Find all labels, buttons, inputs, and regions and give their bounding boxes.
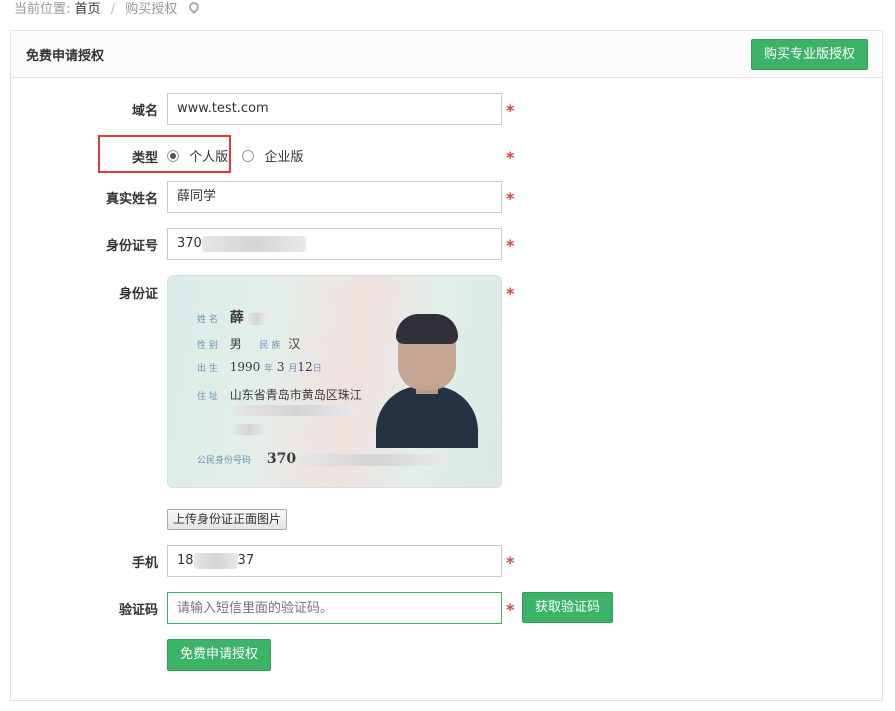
phone-label: 手机	[131, 556, 158, 571]
buy-pro-license-button[interactable]: 购买专业版授权	[751, 39, 868, 70]
upload-id-front-button[interactable]: 上传身份证正面图片	[167, 509, 287, 530]
idcard-number-row: 公民身份号码 370	[197, 451, 446, 467]
id-card-label: 身份证	[118, 287, 158, 302]
verification-code-label: 验证码	[118, 603, 158, 618]
idcard-address-row: 住 址 山东省青岛市黄岛区珠江	[197, 388, 362, 402]
radio-enterprise-label[interactable]: 企业版	[264, 150, 303, 165]
required-mark: *	[506, 101, 515, 120]
idcard-birth-row: 出 生 1990 年 3 月12日	[197, 360, 322, 374]
domain-input[interactable]: www.test.com	[167, 93, 502, 125]
required-mark: *	[506, 553, 515, 572]
panel-title: 免费申请授权	[26, 49, 105, 64]
idcard-name: 薛	[229, 310, 244, 326]
required-mark: *	[506, 148, 515, 167]
type-label: 类型	[131, 151, 158, 166]
phone-input[interactable]: 18 37	[167, 545, 502, 577]
radio-personal[interactable]	[167, 149, 179, 162]
id-number-visible: 370	[177, 236, 202, 251]
real-name-label: 真实姓名	[105, 192, 158, 207]
verification-code-input[interactable]	[167, 592, 502, 624]
id-card-image: 姓 名 薛 性 别 男 民 族 汉 出 生 1990 年 3 月12日 住 址 …	[167, 275, 502, 488]
license-type-radio-group: 个人版 企业版	[167, 146, 303, 165]
redacted-blur	[233, 403, 358, 418]
submit-apply-button[interactable]: 免费申请授权	[167, 639, 271, 671]
required-mark: *	[506, 600, 515, 619]
idcard-name-row: 姓 名 薛	[197, 307, 266, 327]
redacted-blur	[201, 235, 306, 252]
breadcrumb-prefix: 当前位置:	[14, 2, 71, 17]
breadcrumb-current: 购买授权	[125, 2, 178, 17]
idcard-gender-row: 性 别 男 民 族 汉	[197, 337, 301, 351]
id-number-label: 身份证号	[105, 239, 158, 254]
required-mark: *	[506, 236, 515, 255]
idcard-name-label: 姓 名	[197, 315, 218, 325]
breadcrumb-home-link[interactable]: 首页	[75, 2, 101, 17]
redacted-blur	[233, 422, 265, 437]
location-pin-icon	[187, 0, 202, 15]
breadcrumb: 当前位置: 首页 / 购买授权	[14, 0, 202, 19]
radio-personal-label[interactable]: 个人版	[189, 150, 228, 165]
radio-enterprise[interactable]	[242, 149, 255, 162]
id-number-input[interactable]: 370	[167, 228, 502, 260]
required-mark: *	[506, 189, 515, 208]
required-mark: *	[506, 284, 515, 303]
breadcrumb-separator: /	[110, 2, 116, 17]
real-name-input[interactable]: 薛同学	[167, 181, 502, 213]
domain-label: 域名	[131, 104, 158, 119]
idcard-photo	[376, 314, 478, 448]
redacted-blur	[193, 552, 238, 569]
get-code-button[interactable]: 获取验证码	[522, 592, 613, 623]
